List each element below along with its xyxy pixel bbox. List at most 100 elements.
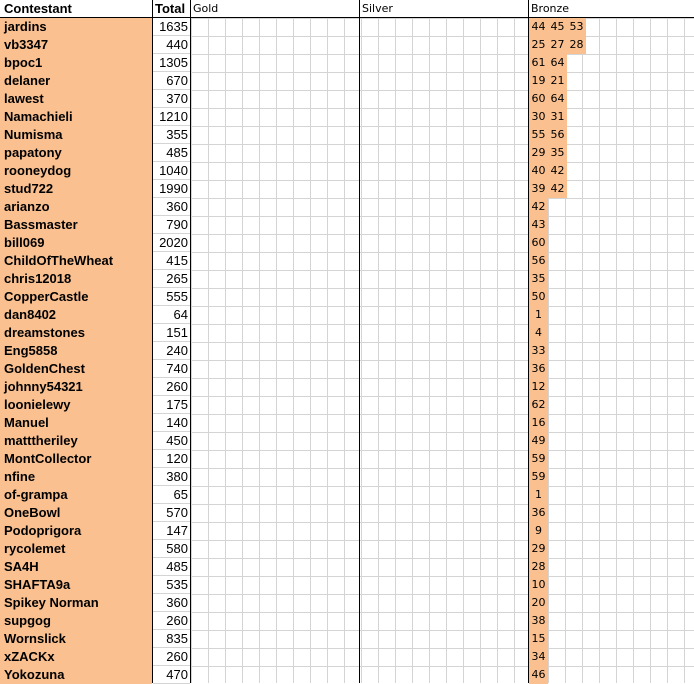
total-cell[interactable]: 65 xyxy=(153,486,190,504)
total-cell[interactable]: 260 xyxy=(153,612,190,630)
contestant-cell[interactable]: Spikey Norman xyxy=(0,594,152,612)
contestant-cell[interactable]: GoldenChest xyxy=(0,360,152,378)
contestant-cell[interactable]: Manuel xyxy=(0,414,152,432)
contestant-cell[interactable]: delaner xyxy=(0,72,152,90)
total-cell[interactable]: 370 xyxy=(153,90,190,108)
contestant-cell[interactable]: Yokozuna xyxy=(0,666,152,684)
total-cell[interactable]: 360 xyxy=(153,198,190,216)
header-gold[interactable]: Gold xyxy=(193,0,353,17)
total-cell[interactable]: 260 xyxy=(153,648,190,666)
contestant-cell[interactable]: Wornslick xyxy=(0,630,152,648)
contestant-cell[interactable]: supgog xyxy=(0,612,152,630)
total-cell[interactable]: 835 xyxy=(153,630,190,648)
bronze-cell[interactable]: 25 xyxy=(529,36,548,54)
bronze-cell[interactable]: 1 xyxy=(529,306,548,324)
bronze-cell[interactable]: 28 xyxy=(529,558,548,576)
total-cell[interactable]: 151 xyxy=(153,324,190,342)
bronze-cell[interactable]: 30 xyxy=(529,108,548,126)
contestant-cell[interactable]: Podoprigora xyxy=(0,522,152,540)
total-cell[interactable]: 260 xyxy=(153,378,190,396)
bronze-cell[interactable]: 59 xyxy=(529,468,548,486)
total-cell[interactable]: 120 xyxy=(153,450,190,468)
bronze-cell[interactable]: 40 xyxy=(529,162,548,180)
total-cell[interactable]: 670 xyxy=(153,72,190,90)
total-cell[interactable]: 740 xyxy=(153,360,190,378)
bronze-cell[interactable]: 59 xyxy=(529,450,548,468)
header-contestant[interactable]: Contestant xyxy=(4,0,150,17)
contestant-cell[interactable]: of-grampa xyxy=(0,486,152,504)
contestant-cell[interactable]: jardins xyxy=(0,18,152,36)
contestant-cell[interactable]: bill069 xyxy=(0,234,152,252)
contestant-cell[interactable]: matttheriley xyxy=(0,432,152,450)
bronze-cell[interactable]: 50 xyxy=(529,288,548,306)
bronze-cell[interactable]: 1 xyxy=(529,486,548,504)
contestant-cell[interactable]: CopperCastle xyxy=(0,288,152,306)
bronze-cell[interactable]: 12 xyxy=(529,378,548,396)
bronze-cell[interactable]: 9 xyxy=(529,522,548,540)
total-cell[interactable]: 535 xyxy=(153,576,190,594)
contestant-cell[interactable]: bpoc1 xyxy=(0,54,152,72)
bronze-cell[interactable]: 53 xyxy=(567,18,586,36)
total-cell[interactable]: 1040 xyxy=(153,162,190,180)
contestant-cell[interactable]: rycolemet xyxy=(0,540,152,558)
bronze-cell[interactable]: 27 xyxy=(548,36,567,54)
total-cell[interactable]: 450 xyxy=(153,432,190,450)
contestant-cell[interactable]: vb3347 xyxy=(0,36,152,54)
contestant-cell[interactable]: SA4H xyxy=(0,558,152,576)
bronze-cell[interactable]: 10 xyxy=(529,576,548,594)
total-cell[interactable]: 380 xyxy=(153,468,190,486)
bronze-cell[interactable]: 45 xyxy=(548,18,567,36)
bronze-cell[interactable]: 19 xyxy=(529,72,548,90)
contestant-cell[interactable]: Numisma xyxy=(0,126,152,144)
bronze-cell[interactable]: 60 xyxy=(529,90,548,108)
bronze-cell[interactable]: 56 xyxy=(548,126,567,144)
bronze-cell[interactable]: 38 xyxy=(529,612,548,630)
bronze-cell[interactable]: 16 xyxy=(529,414,548,432)
total-cell[interactable]: 265 xyxy=(153,270,190,288)
bronze-cell[interactable]: 44 xyxy=(529,18,548,36)
bronze-cell[interactable]: 42 xyxy=(529,198,548,216)
bronze-cell[interactable]: 29 xyxy=(529,144,548,162)
bronze-cell[interactable]: 36 xyxy=(529,504,548,522)
bronze-cell[interactable]: 33 xyxy=(529,342,548,360)
total-cell[interactable]: 415 xyxy=(153,252,190,270)
bronze-cell[interactable]: 35 xyxy=(529,270,548,288)
contestant-cell[interactable]: Namachieli xyxy=(0,108,152,126)
total-cell[interactable]: 570 xyxy=(153,504,190,522)
contestant-cell[interactable]: arianzo xyxy=(0,198,152,216)
bronze-cell[interactable]: 61 xyxy=(529,54,548,72)
bronze-cell[interactable]: 62 xyxy=(529,396,548,414)
bronze-cell[interactable]: 28 xyxy=(567,36,586,54)
total-cell[interactable]: 240 xyxy=(153,342,190,360)
bronze-cell[interactable]: 49 xyxy=(529,432,548,450)
contestant-cell[interactable]: johnny54321 xyxy=(0,378,152,396)
contestant-cell[interactable]: chris12018 xyxy=(0,270,152,288)
contestant-cell[interactable]: papatony xyxy=(0,144,152,162)
total-cell[interactable]: 175 xyxy=(153,396,190,414)
bronze-cell[interactable]: 21 xyxy=(548,72,567,90)
contestant-cell[interactable]: stud722 xyxy=(0,180,152,198)
bronze-cell[interactable]: 60 xyxy=(529,234,548,252)
bronze-cell[interactable]: 4 xyxy=(529,324,548,342)
header-silver[interactable]: Silver xyxy=(362,0,522,17)
bronze-cell[interactable]: 56 xyxy=(529,252,548,270)
total-cell[interactable]: 580 xyxy=(153,540,190,558)
total-cell[interactable]: 1635 xyxy=(153,18,190,36)
bronze-cell[interactable]: 42 xyxy=(548,162,567,180)
bronze-cell[interactable]: 34 xyxy=(529,648,548,666)
total-cell[interactable]: 140 xyxy=(153,414,190,432)
total-cell[interactable]: 470 xyxy=(153,666,190,684)
bronze-cell[interactable]: 64 xyxy=(548,54,567,72)
total-cell[interactable]: 2020 xyxy=(153,234,190,252)
bronze-cell[interactable]: 64 xyxy=(548,90,567,108)
contestant-cell[interactable]: dan8402 xyxy=(0,306,152,324)
total-cell[interactable]: 64 xyxy=(153,306,190,324)
bronze-cell[interactable]: 31 xyxy=(548,108,567,126)
total-cell[interactable]: 485 xyxy=(153,558,190,576)
contestant-cell[interactable]: nfine xyxy=(0,468,152,486)
contestant-cell[interactable]: lawest xyxy=(0,90,152,108)
total-cell[interactable]: 147 xyxy=(153,522,190,540)
contestant-cell[interactable]: rooneydog xyxy=(0,162,152,180)
total-cell[interactable]: 1210 xyxy=(153,108,190,126)
contestant-cell[interactable]: dreamstones xyxy=(0,324,152,342)
